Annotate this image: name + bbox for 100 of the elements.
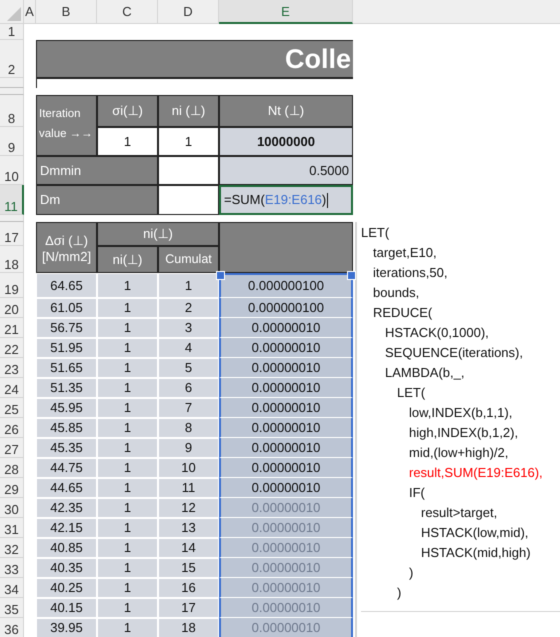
column-heading: ni(⊥) [97,222,219,246]
table-cell: 0.00000010 [219,558,353,578]
row-header[interactable]: 30 [0,498,24,518]
row-header[interactable]: 25 [0,398,24,418]
selection-handle[interactable] [216,271,225,280]
table-cell: 1 [97,298,158,318]
table-cell: 0.00000010 [219,498,353,518]
table-cell: 1 [97,478,158,498]
table-cell: 1 [97,458,158,478]
row-header[interactable]: 29 [0,478,24,498]
table-cell: 1 [97,273,158,298]
table-cell: 4 [158,338,219,358]
table-cell: 10 [158,458,219,478]
table-cell: 1 [97,498,158,518]
table-cell: 40.25 [36,578,97,598]
table-cell: 44.75 [36,458,97,478]
table-cell: 56.75 [36,318,97,338]
dm-label: Dm [36,185,158,215]
row-header[interactable]: 35 [0,598,24,618]
table-cell: 1 [97,338,158,358]
row-header[interactable]: 21 [0,318,24,338]
table-cell: 42.35 [36,498,97,518]
iteration-label: Iteration value →→ [36,95,97,156]
column-heading: Nt (⊥) [219,95,353,127]
row-header[interactable]: 34 [0,578,24,598]
table-cell: 1 [97,558,158,578]
row-header[interactable]: 22 [0,338,24,358]
table-cell: 42.15 [36,518,97,538]
table-cell: 0.00000010 [219,598,353,618]
table-cell: 2 [158,298,219,318]
row-header[interactable]: 10 [0,156,24,185]
table-cell: 0.00000010 [219,338,353,358]
row-header[interactable]: 20 [0,298,24,318]
table-cell: 1 [97,358,158,378]
dmmin-label: Dmmin [36,156,158,185]
row-header[interactable]: 8 [0,95,24,127]
table-cell: 45.95 [36,398,97,418]
code-line: result,SUM(E19:E616), [408,464,543,482]
table-cell: 11 [158,478,219,498]
column-header[interactable]: D [158,0,219,24]
row-header[interactable]: 18 [0,246,24,273]
table-cell: 16 [158,578,219,598]
table-cell: 0.00000010 [219,358,353,378]
table-cell: 14 [158,538,219,558]
table-cell: 1 [97,598,158,618]
row-header[interactable]: 27 [0,438,24,458]
row-header[interactable]: 31 [0,518,24,538]
column-header[interactable]: E [219,0,353,24]
row-header[interactable]: 28 [0,458,24,478]
table-cell: 51.65 [36,358,97,378]
table-cell: 1 [97,318,158,338]
table-cell: 0.000000100 [219,298,353,318]
corner-triangle-icon [7,7,21,21]
table-cell: 0.00000010 [219,478,353,498]
code-line: mid,(low+high)/2, [408,444,508,462]
table-cell: 1 [97,618,158,637]
row-header[interactable]: 23 [0,358,24,378]
row-header[interactable]: 26 [0,418,24,438]
table-cell: 61.05 [36,298,97,318]
column-header[interactable]: B [36,0,97,24]
table-cell: 51.35 [36,378,97,398]
table-cell: 5 [158,358,219,378]
column-heading: Δσi (⊥) [N/mm2] [36,222,97,273]
code-line: result>target, [420,504,498,522]
row-header[interactable]: 19 [0,273,24,298]
code-line: bounds, [372,284,420,302]
row-header[interactable]: 24 [0,378,24,398]
row-header[interactable]: 17 [0,222,24,246]
row-header[interactable]: 11 [0,185,24,215]
code-line: HSTACK(0,1000), [384,324,489,342]
code-line: REDUCE( [372,304,432,322]
row-header[interactable]: 1 [0,24,24,40]
table-cell: 0.00000010 [219,418,353,438]
column-heading: ni(⊥) [97,246,158,273]
table-cell: 1 [158,127,219,156]
selection-handle[interactable] [347,271,356,280]
row-header[interactable]: 33 [0,558,24,578]
table-cell: 0.00000010 [219,378,353,398]
column-header[interactable]: C [97,0,158,24]
row-header[interactable]: 36 [0,618,24,637]
table-cell: 18 [158,618,219,637]
table-cell: 0.00000010 [219,578,353,598]
code-line: ) [396,584,402,602]
column-header[interactable]: A [24,0,36,24]
table-cell: 0.000000100 [219,273,353,298]
code-line: high,INDEX(b,1,2), [408,424,518,442]
row-header-gap [0,215,24,222]
table-cell: 0.00000010 [219,618,353,637]
row-header[interactable]: 2 [0,40,24,78]
table-cell: 0.00000010 [219,438,353,458]
formula-cell[interactable]: =SUM(E19:E616) [219,185,353,215]
table-cell: 10000000 [219,127,353,156]
table-cell: 12 [158,498,219,518]
code-line: LET( [361,224,390,242]
row-header[interactable]: 9 [0,127,24,156]
row-header[interactable]: 32 [0,538,24,558]
row-header-gap [0,78,24,88]
table-cell: 39.95 [36,618,97,637]
code-line: low,INDEX(b,1,1), [408,404,512,422]
table-cell: 44.65 [36,478,97,498]
